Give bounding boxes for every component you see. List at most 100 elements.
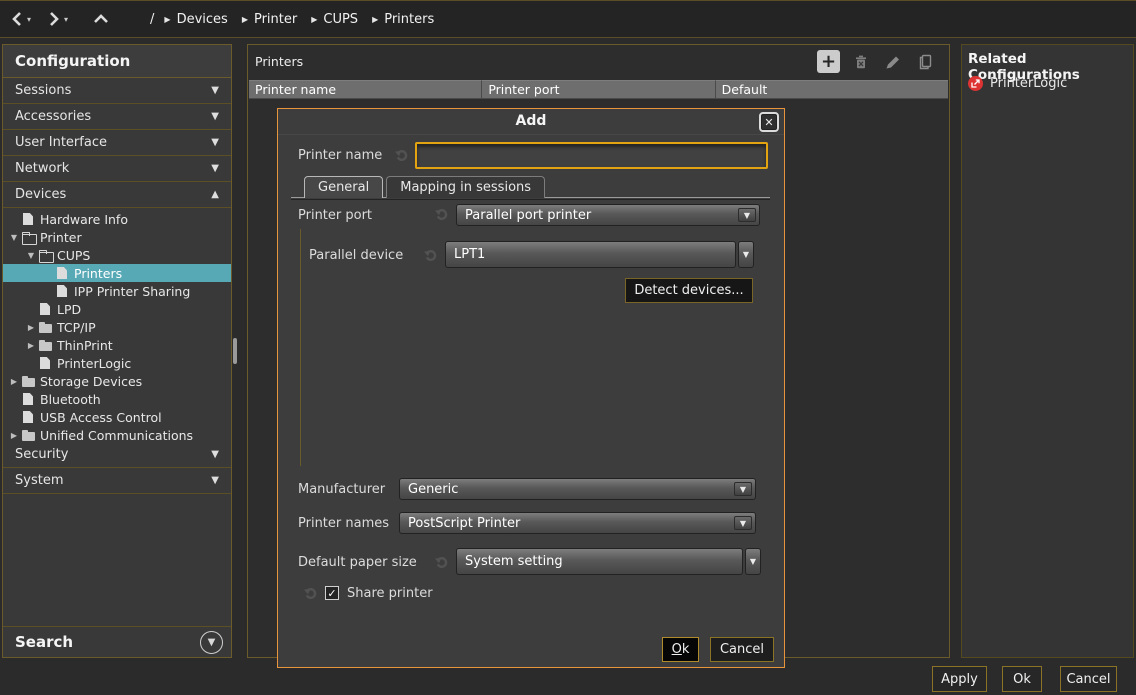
external-link-icon [968,76,983,91]
sidebar-section-devices[interactable]: Devices▲ [3,182,231,208]
edit-button[interactable] [881,50,904,73]
sidebar-title: Configuration [3,45,231,78]
tree-closed-icon[interactable]: ▶ [7,377,21,386]
file-icon [38,356,53,370]
column-header-printer-name[interactable]: Printer name [249,80,482,99]
detect-devices-button[interactable]: Detect devices... [625,278,753,303]
folder-icon [38,338,53,352]
section-label: Security [15,447,211,462]
tree-closed-icon[interactable]: ▶ [24,323,38,332]
sidebar-section-user-interface[interactable]: User Interface▼ [3,130,231,156]
tree-item-cups[interactable]: ▼CUPS [3,246,231,264]
printer-names-select[interactable]: PostScript Printer ▼ [399,512,756,534]
ok-button[interactable]: Ok [1002,666,1042,692]
back-button[interactable]: ▾ [10,11,31,27]
breadcrumb-root[interactable]: / [150,12,154,27]
manufacturer-label: Manufacturer [298,482,385,497]
tree-item-unified-communications[interactable]: ▶ Unified Communications [3,426,231,442]
share-printer-checkbox[interactable]: ✓ [325,586,339,600]
tree-item-thinprint[interactable]: ▶ ThinPrint [3,336,231,354]
file-icon [38,302,53,316]
share-printer-label: Share printer [347,586,433,601]
caret-down-icon: ▼ [211,111,219,122]
breadcrumb-arrow-icon: ▶ [372,15,378,24]
tab-mapping-in-sessions[interactable]: Mapping in sessions [386,176,545,198]
sidebar-splitter-handle[interactable] [233,338,237,364]
dialog-cancel-button[interactable]: Cancel [710,637,774,662]
tree-item-storage-devices[interactable]: ▶Storage Devices [3,372,231,390]
printer-port-reset-icon[interactable] [434,206,450,221]
column-header-printer-port[interactable]: Printer port [482,80,715,99]
related-item-printerlogic[interactable]: PrinterLogic [968,73,1129,93]
parallel-device-reset-icon[interactable] [423,247,439,262]
sidebar-section-sessions[interactable]: Sessions▼ [3,78,231,104]
configuration-sidebar: Configuration Sessions▼Accessories▼User … [2,44,232,658]
printer-name-input[interactable] [415,142,768,169]
back-history-caret-icon[interactable]: ▾ [27,15,31,24]
trash-icon [852,53,870,71]
forward-history-caret-icon[interactable]: ▾ [64,15,68,24]
tree-item-bluetooth[interactable]: Bluetooth [3,390,231,408]
add-button[interactable]: + [817,50,840,73]
dialog-close-button[interactable]: ✕ [759,112,779,132]
tree-item-printer[interactable]: ▼Printer [3,228,231,246]
paper-size-field[interactable]: System setting [456,548,743,575]
share-printer-reset-icon[interactable] [303,585,319,600]
tree-item-ipp-printer-sharing[interactable]: IPP Printer Sharing [3,282,231,300]
apply-button[interactable]: Apply [932,666,987,692]
config-tree: Hardware Info▼Printer▼CUPSPrintersIPP Pr… [3,208,231,442]
folder-open-icon [21,230,36,244]
dialog-ok-button[interactable]: Ok [662,637,699,662]
breadcrumb-items: ▶Devices ▶Printer ▶CUPS ▶Printers [164,12,434,27]
accordion-top: Sessions▼Accessories▼User Interface▼Netw… [3,78,231,208]
tree-item-printers[interactable]: Printers [3,264,231,282]
dialog-title: Add [278,109,784,134]
printer-name-reset-icon[interactable] [394,147,410,162]
tree-item-tcp-ip[interactable]: ▶TCP/IP [3,318,231,336]
tree-item-label: ThinPrint [57,338,113,353]
paper-size-reset-icon[interactable] [434,554,450,569]
tree-item-label: PrinterLogic [57,356,131,371]
top-toolbar: ▾ ▾ / ▶Devices ▶Printer ▶CUPS ▶Printers [0,0,1136,38]
column-header-default[interactable]: Default [716,80,948,99]
dialog-tabs: GeneralMapping in sessions [304,176,545,198]
tree-item-printerlogic[interactable]: PrinterLogic [3,354,231,372]
search-section-header[interactable]: Search ▼ [3,626,231,657]
parallel-device-field[interactable]: LPT1 [445,241,736,268]
pencil-icon [884,53,902,71]
sidebar-section-accessories[interactable]: Accessories▼ [3,104,231,130]
tree-open-icon[interactable]: ▼ [24,251,38,260]
tree-item-label: Unified Communications [40,428,193,443]
up-button[interactable] [92,12,110,26]
tree-closed-icon[interactable]: ▶ [24,341,38,350]
breadcrumb-item-printers[interactable]: ▶Printers [372,12,434,27]
tree-item-usb-access-control[interactable]: USB Access Control [3,408,231,426]
tree-item-hardware-info[interactable]: Hardware Info [3,210,231,228]
breadcrumb-item-devices[interactable]: ▶Devices [164,12,227,27]
caret-down-icon: ▼ [211,137,219,148]
cancel-button[interactable]: Cancel [1060,666,1117,692]
breadcrumb-item-printer[interactable]: ▶Printer [242,12,297,27]
breadcrumb-item-cups[interactable]: ▶CUPS [311,12,358,27]
sidebar-section-security[interactable]: Security▼ [3,442,231,468]
list-toolbar: + [817,50,936,73]
caret-down-icon: ▼ [211,85,219,96]
tree-open-icon[interactable]: ▼ [7,233,21,242]
caret-up-icon: ▲ [211,189,219,200]
related-items: PrinterLogic [968,73,1129,93]
file-icon [55,266,70,280]
tree-closed-icon[interactable]: ▶ [7,431,21,440]
sidebar-section-system[interactable]: System▼ [3,468,231,494]
copy-button[interactable] [913,50,936,73]
parallel-device-dropdown-button[interactable]: ▼ [738,241,754,268]
tree-item-label: Hardware Info [40,212,128,227]
tab-general[interactable]: General [304,176,383,198]
forward-button[interactable]: ▾ [47,11,68,27]
printer-port-select[interactable]: Parallel port printer ▼ [456,204,760,226]
search-expand-icon[interactable]: ▼ [200,631,223,654]
tree-item-lpd[interactable]: LPD [3,300,231,318]
paper-size-dropdown-button[interactable]: ▼ [745,548,761,575]
manufacturer-select[interactable]: Generic ▼ [399,478,756,500]
sidebar-section-network[interactable]: Network▼ [3,156,231,182]
delete-button[interactable] [849,50,872,73]
